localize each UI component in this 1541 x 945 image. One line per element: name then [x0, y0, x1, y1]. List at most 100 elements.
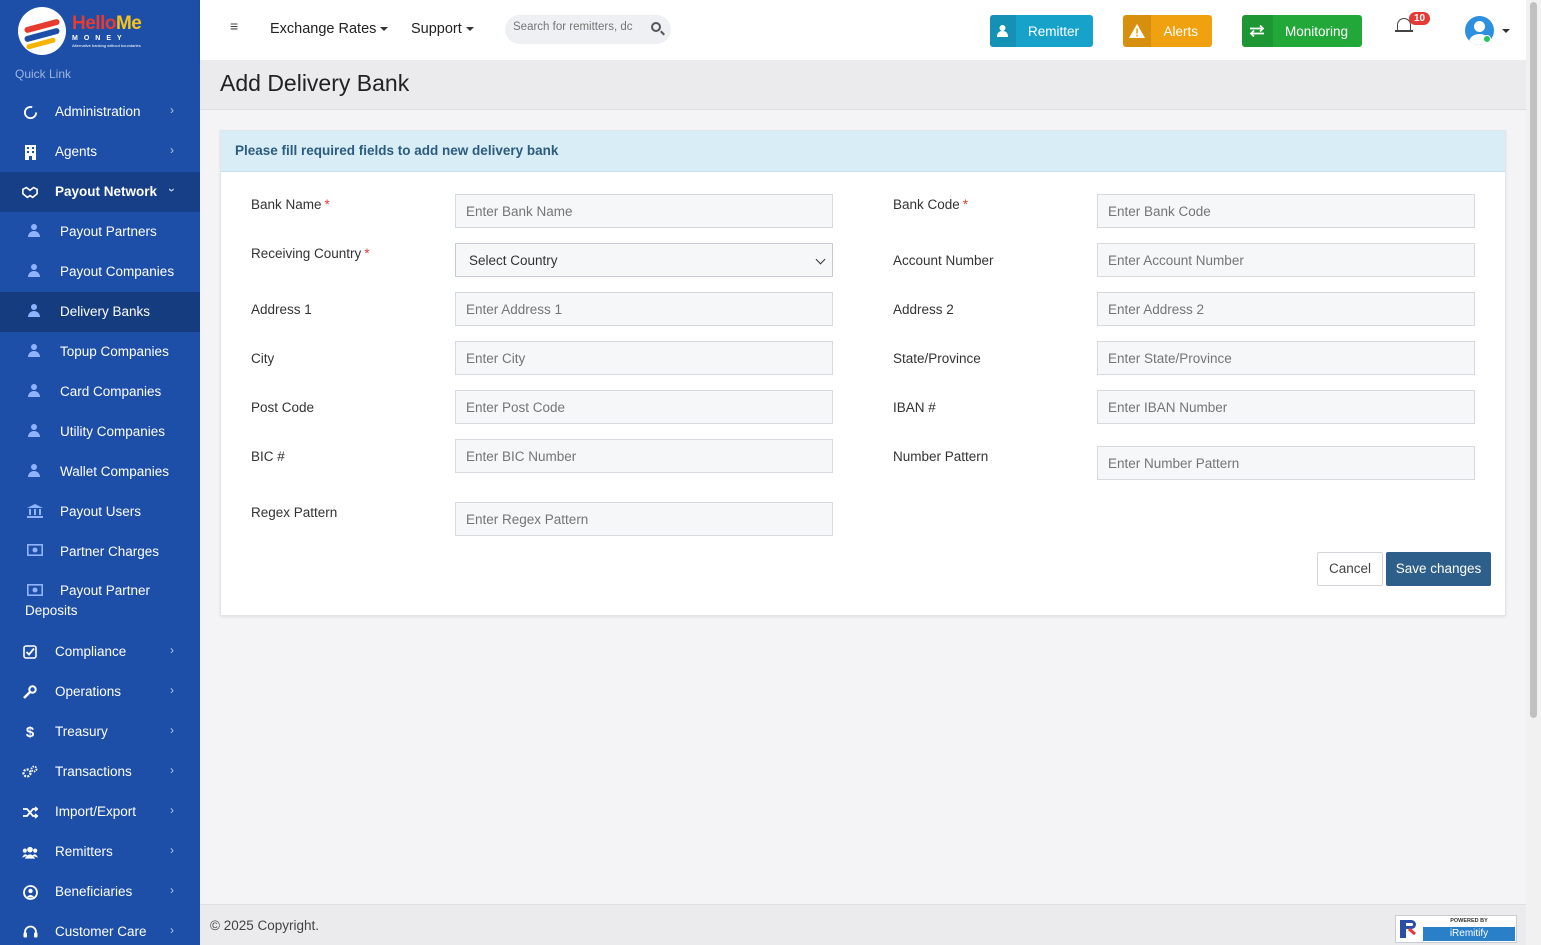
page-header: Add Delivery Bank	[200, 60, 1526, 110]
quick-link-label: Quick Link	[15, 67, 72, 81]
receiving-country-label: Receiving Country *	[251, 246, 370, 261]
account-number-label: Account Number	[893, 253, 994, 268]
chevron-right-icon: ›	[170, 803, 174, 817]
chevron-right-icon: ›	[170, 723, 174, 737]
bank-code-label: Bank Code *	[893, 197, 968, 212]
sidebar-item-import-export[interactable]: Import/Export ›	[0, 792, 200, 832]
address2-label: Address 2	[893, 302, 954, 317]
number-pattern-label: Number Pattern	[893, 449, 989, 464]
caret-down-icon[interactable]	[1502, 29, 1510, 33]
save-changes-button[interactable]: Save changes	[1386, 552, 1491, 586]
bic-input[interactable]	[455, 439, 833, 473]
logo[interactable]: HelloMe MONEY Alternative banking withou…	[0, 0, 200, 62]
sidebar-subitem-label: Payout Partner	[60, 583, 151, 598]
support-menu[interactable]: Support	[411, 21, 474, 37]
state-label: State/Province	[893, 351, 981, 366]
sidebar-item-beneficiaries[interactable]: Beneficiaries ›	[0, 872, 200, 912]
sidebar-item-remitters[interactable]: Remitters ›	[0, 832, 200, 872]
sidebar-item-transactions[interactable]: Transactions ›	[0, 752, 200, 792]
sidebar-item-label: Administration	[55, 104, 141, 119]
sidebar-subitem-card-companies[interactable]: Card Companies	[0, 372, 200, 412]
receiving-country-value: Select Country	[469, 253, 558, 268]
sidebar-subitem-label-line2: Deposits	[25, 603, 78, 618]
sidebar-subitem-topup-companies[interactable]: Topup Companies	[0, 332, 200, 372]
sidebar-subitem-payout-partner-deposits[interactable]: Payout Partner Deposits	[0, 572, 200, 626]
sidebar-item-operations[interactable]: Operations ›	[0, 672, 200, 712]
city-label: City	[251, 351, 275, 366]
sidebar-subitem-label: Payout Users	[60, 504, 142, 519]
bank-name-input[interactable]	[455, 194, 833, 228]
exchange-rates-label: Exchange Rates	[270, 21, 377, 37]
search-input[interactable]	[513, 21, 633, 33]
sidebar-subitem-partner-charges[interactable]: Partner Charges	[0, 532, 200, 572]
sidebar-item-treasury[interactable]: $ Treasury ›	[0, 712, 200, 752]
bank-code-input[interactable]	[1097, 194, 1475, 228]
sidebar-subitem-delivery-banks[interactable]: Delivery Banks	[0, 292, 200, 332]
brand-tagline: Alternative banking without boundaries	[72, 43, 141, 48]
circle-notch-icon	[22, 104, 38, 120]
sidebar-item-label: Customer Care	[55, 924, 147, 939]
account-number-input[interactable]	[1097, 243, 1475, 277]
sidebar-subitem-label: Delivery Banks	[60, 304, 151, 319]
sidebar-subitem-payout-partners[interactable]: Payout Partners	[0, 212, 200, 252]
sidebar-item-payout-network[interactable]: Payout Network ›	[0, 172, 200, 212]
state-input[interactable]	[1097, 341, 1475, 375]
card-header: Please fill required fields to add new d…	[221, 131, 1505, 172]
caret-down-icon	[380, 27, 389, 32]
remitter-label: Remitter	[1027, 23, 1079, 39]
hamburger-menu-icon[interactable]: ≡	[230, 18, 238, 34]
required-mark: *	[364, 246, 370, 261]
chevron-down-icon: ›	[165, 188, 179, 192]
sidebar-item-label: Transactions	[55, 764, 132, 779]
powered-by-logo[interactable]: POWERED BY iRemitify	[1395, 915, 1517, 943]
dollar-icon: $	[25, 723, 35, 741]
online-status-dot	[1483, 35, 1491, 43]
sidebar-subitem-payout-users[interactable]: Payout Users	[0, 492, 200, 532]
address1-input[interactable]	[455, 292, 833, 326]
sidebar-subitem-wallet-companies[interactable]: Wallet Companies	[0, 452, 200, 492]
user-icon	[27, 424, 43, 440]
page-title: Add Delivery Bank	[220, 70, 410, 96]
cogs-icon	[22, 764, 38, 780]
cancel-button[interactable]: Cancel	[1317, 552, 1383, 586]
user-icon	[27, 384, 43, 400]
search-icon[interactable]	[651, 22, 661, 32]
brand-sub: MONEY	[72, 35, 128, 42]
form-card: Please fill required fields to add new d…	[220, 130, 1506, 616]
sidebar-item-agents[interactable]: Agents ›	[0, 132, 200, 172]
notification-badge: 10	[1409, 12, 1431, 25]
sidebar-item-administration[interactable]: Administration ›	[0, 92, 200, 132]
sidebar-subitem-utility-companies[interactable]: Utility Companies	[0, 412, 200, 452]
post-code-input[interactable]	[455, 390, 833, 424]
bic-label: BIC #	[251, 449, 285, 464]
sidebar-subitem-label: Wallet Companies	[60, 464, 170, 479]
remitter-button[interactable]: Remitter	[990, 15, 1093, 47]
warning-icon	[1123, 15, 1152, 47]
regex-pattern-input[interactable]	[455, 502, 833, 536]
sidebar-item-compliance[interactable]: Compliance ›	[0, 632, 200, 672]
sidebar-item-customer-care[interactable]: Customer Care ›	[0, 912, 200, 945]
sidebar-item-label: Treasury	[55, 724, 108, 739]
user-icon	[27, 464, 43, 480]
headset-icon	[22, 924, 38, 940]
copyright-text: © 2025 Copyright.	[210, 918, 320, 933]
search-box	[505, 15, 671, 44]
caret-down-icon	[465, 27, 474, 32]
required-mark: *	[962, 197, 969, 212]
sidebar-subitem-label: Utility Companies	[60, 424, 166, 439]
exchange-rates-menu[interactable]: Exchange Rates	[270, 21, 389, 37]
address2-input[interactable]	[1097, 292, 1475, 326]
sidebar-item-label: Remitters	[55, 844, 113, 859]
required-mark: *	[324, 197, 330, 212]
monitoring-button[interactable]: Monitoring	[1242, 15, 1362, 47]
iban-input[interactable]	[1097, 390, 1475, 424]
scrollbar-thumb[interactable]	[1530, 2, 1537, 718]
receiving-country-select[interactable]: Select Country	[455, 243, 833, 277]
city-input[interactable]	[455, 341, 833, 375]
page-scrollbar[interactable]	[1526, 0, 1541, 945]
alerts-button[interactable]: Alerts	[1123, 15, 1212, 47]
footer: © 2025 Copyright. POWERED BY iRemitify	[200, 904, 1526, 945]
logo-mark	[18, 7, 66, 55]
sidebar-subitem-payout-companies[interactable]: Payout Companies	[0, 252, 200, 292]
number-pattern-input[interactable]	[1097, 446, 1475, 480]
